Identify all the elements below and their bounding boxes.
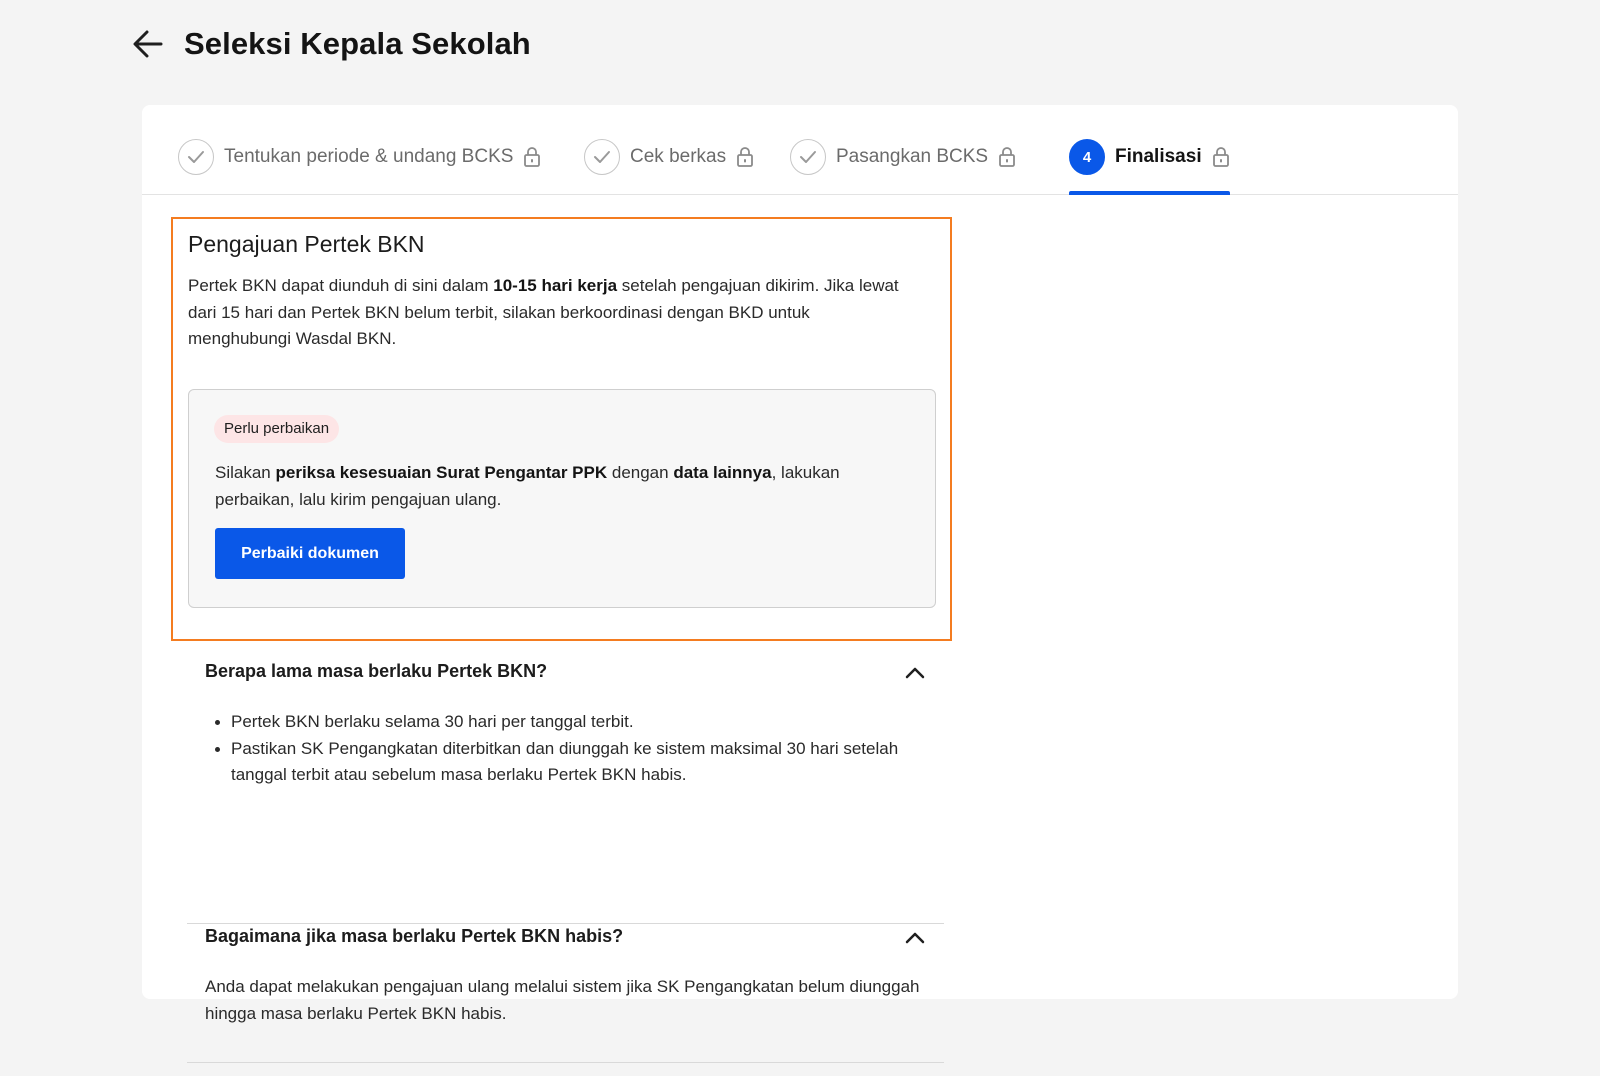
revision-notice: Perlu perbaikan Silakan periksa kesesuai… [188,389,936,608]
lock-icon [999,147,1015,167]
stepper: Tentukan periode & undang BCKS Cek berka… [142,105,1458,195]
faq-item: Bagaimana jika masa berlaku Pertek BKN h… [187,924,944,1063]
chevron-up-icon[interactable] [904,666,926,680]
step-finalisasi[interactable]: 4 Finalisasi [1069,139,1230,195]
chevron-up-icon[interactable] [904,931,926,945]
check-icon [800,151,816,163]
step-tentukan-periode[interactable]: Tentukan periode & undang BCKS [178,139,541,195]
step-circle [790,139,826,175]
faq-answer-list: Pertek BKN berlaku selama 30 hari per ta… [211,709,911,789]
notice-text-bold: data lainnya [673,463,772,482]
faq-item: Berapa lama masa berlaku Pertek BKN? Per… [187,645,944,924]
step-label: Cek berkas [630,146,727,167]
step-circle [178,139,214,175]
step-pasangkan-bcks[interactable]: Pasangkan BCKS [790,139,1016,195]
page-title: Seleksi Kepala Sekolah [184,26,531,61]
step-label: Pasangkan BCKS [836,146,989,167]
check-icon [594,151,610,163]
step-circle [584,139,620,175]
page-header: Seleksi Kepala Sekolah [132,26,531,62]
section-description: Pertek BKN dapat diunduh di sini dalam 1… [188,273,908,353]
arrow-left-icon [133,30,163,58]
step-label: Finalisasi [1115,146,1202,167]
notice-text-part: dengan [607,463,674,482]
active-step-indicator [1069,191,1230,195]
faq-question[interactable]: Bagaimana jika masa berlaku Pertek BKN h… [205,926,623,947]
main-card: Tentukan periode & undang BCKS Cek berka… [142,105,1458,1063]
section-title: Pengajuan Pertek BKN [188,231,425,257]
list-item: Pertek BKN berlaku selama 30 hari per ta… [211,709,911,736]
step-label: Tentukan periode & undang BCKS [224,146,514,167]
back-button[interactable] [132,26,164,62]
notice-text-bold: periksa kesesuaian Surat Pengantar PPK [275,463,608,482]
status-badge: Perlu perbaikan [214,415,340,443]
notice-text: Silakan periksa kesesuaian Surat Pengant… [215,459,905,513]
fix-document-button[interactable]: Perbaiki dokumen [215,528,405,579]
faq-answer: Anda dapat melakukan pengajuan ulang mel… [205,977,920,1023]
desc-text: Pertek BKN dapat diunduh di sini dalam [188,276,494,295]
faq-question[interactable]: Berapa lama masa berlaku Pertek BKN? [205,661,547,682]
list-item: Pastikan SK Pengangkatan diterbitkan dan… [211,736,911,789]
check-icon [188,151,204,163]
desc-bold: 10-15 hari kerja [493,276,618,295]
step-number: 4 [1069,139,1105,175]
notice-text-part: Silakan [215,463,276,482]
lock-icon [524,147,541,167]
pertek-section: Pengajuan Pertek BKN Pertek BKN dapat di… [171,217,952,641]
lock-icon [1212,147,1229,167]
lock-icon [737,147,754,167]
step-cek-berkas[interactable]: Cek berkas [584,139,754,195]
